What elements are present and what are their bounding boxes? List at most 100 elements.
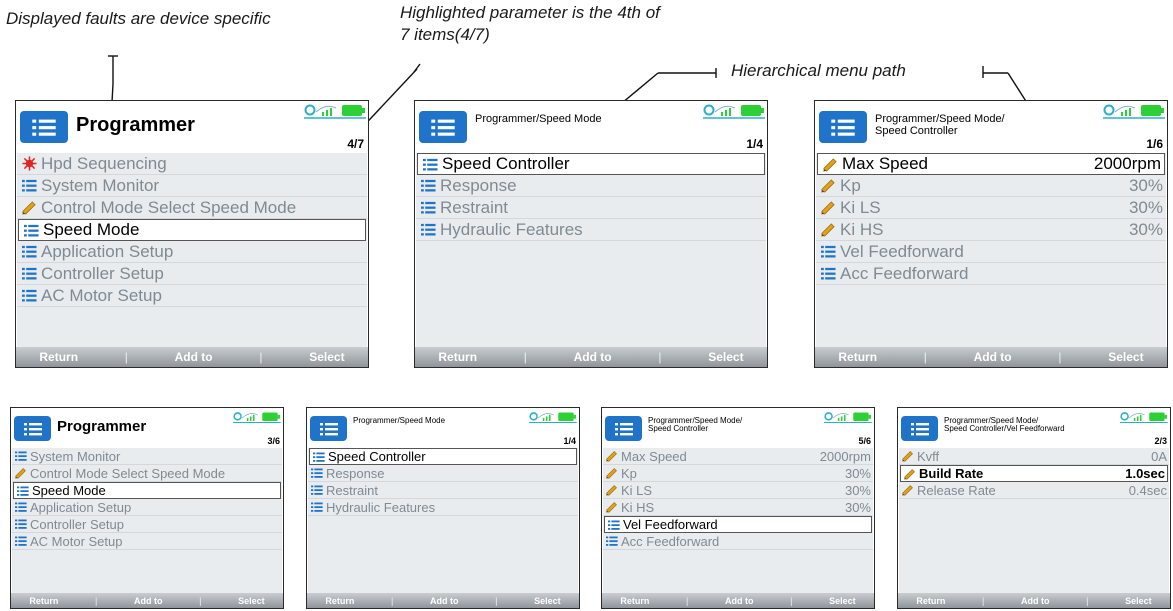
menu-item-speed-mode[interactable]: Speed Mode (13, 482, 281, 499)
menu-item-label: Vel Feedforward (840, 241, 964, 261)
menu-item-kp[interactable]: Kp 30% (816, 175, 1166, 197)
menu-item-restraint[interactable]: Restraint (416, 197, 766, 219)
return-softkey[interactable]: Return (325, 596, 354, 606)
menu-icon[interactable] (901, 416, 938, 441)
menu-icon[interactable] (819, 111, 867, 143)
menu-item-hydraulic-features[interactable]: Hydraulic Features (308, 499, 578, 516)
add-to-softkey[interactable]: Add to (430, 596, 459, 606)
return-softkey[interactable]: Return (438, 350, 477, 364)
menu-item-label: Speed Mode (32, 483, 106, 498)
menu-item-hydraulic-features[interactable]: Hydraulic Features (416, 219, 766, 241)
device-screen-7: Programmer/Speed Mode/ Speed Controller/… (897, 407, 1171, 609)
parameter-value: 30% (1128, 175, 1163, 195)
return-softkey[interactable]: Return (838, 350, 877, 364)
screen-header: Programmer/Speed Mode 1/4 (307, 408, 579, 448)
select-softkey[interactable]: Select (708, 350, 743, 364)
return-softkey[interactable]: Return (916, 596, 945, 606)
list-icon (607, 519, 621, 531)
menu-icon[interactable] (605, 416, 642, 441)
menu-item-speed-mode[interactable]: Speed Mode (18, 219, 366, 241)
parameter-value: 1.0sec (1125, 466, 1165, 481)
menu-item-build-rate[interactable]: Build Rate 1.0sec (900, 465, 1168, 482)
return-softkey[interactable]: Return (29, 596, 58, 606)
menu-item-ki-ls[interactable]: Ki LS 30% (816, 197, 1166, 219)
menu-item-label: Ki LS (840, 197, 881, 217)
menu-item-label: Max Speed (621, 448, 687, 464)
signal-battery-icon (1120, 410, 1168, 428)
menu-item-vel-feedforward[interactable]: Vel Feedforward (816, 241, 1166, 263)
pencil-icon (14, 467, 28, 479)
menu-list: Max Speed 2000rpm Kp 30% Ki LS 30% Ki HS 30%… (816, 153, 1166, 347)
menu-item-speed-controller[interactable]: Speed Controller (417, 153, 765, 175)
menu-icon[interactable] (14, 416, 51, 441)
menu-item-control-mode-select-speed-mode[interactable]: Control Mode Select Speed Mode (17, 197, 367, 219)
pencil-icon (20, 200, 38, 215)
menu-item-system-monitor[interactable]: System Monitor (12, 448, 282, 465)
softkey-bar: Return | Add to | Select (898, 593, 1170, 608)
menu-item-ac-motor-setup[interactable]: AC Motor Setup (12, 533, 282, 550)
annotation-highlighted: Highlighted parameter is the 4th of 7 it… (400, 3, 660, 44)
menu-item-ac-motor-setup[interactable]: AC Motor Setup (17, 285, 367, 307)
return-softkey[interactable]: Return (39, 350, 78, 364)
menu-item-ki-hs[interactable]: Ki HS 30% (816, 219, 1166, 241)
menu-list: System Monitor Control Mode Select Speed… (12, 448, 282, 593)
menu-icon[interactable] (419, 111, 467, 143)
item-counter: 2/3 (1154, 436, 1167, 446)
add-to-softkey[interactable]: Add to (574, 350, 612, 364)
add-to-softkey[interactable]: Add to (134, 596, 163, 606)
add-to-softkey[interactable]: Add to (1021, 596, 1050, 606)
menu-item-max-speed[interactable]: Max Speed 2000rpm (817, 153, 1165, 175)
menu-item-label: Ki HS (840, 219, 884, 239)
menu-item-vel-feedforward[interactable]: Vel Feedforward (604, 516, 872, 533)
menu-item-restraint[interactable]: Restraint (308, 482, 578, 499)
return-softkey[interactable]: Return (620, 596, 649, 606)
menu-item-control-mode-select-speed-mode[interactable]: Control Mode Select Speed Mode (12, 465, 282, 482)
menu-item-application-setup[interactable]: Application Setup (12, 499, 282, 516)
list-icon (310, 467, 324, 479)
select-softkey[interactable]: Select (534, 596, 561, 606)
menu-icon[interactable] (20, 111, 68, 143)
softkey-separator: | (390, 595, 394, 606)
menu-item-speed-controller[interactable]: Speed Controller (309, 448, 577, 465)
menu-item-max-speed[interactable]: Max Speed 2000rpm (603, 448, 873, 465)
device-screen-2: Programmer/Speed Mode 1/4 Speed Controll… (414, 100, 768, 368)
annotation-menu-path: Hierarchical menu path (731, 61, 906, 80)
parameter-value: 30% (1128, 219, 1163, 239)
menu-item-release-rate[interactable]: Release Rate 0.4sec (899, 482, 1169, 499)
fault-icon (20, 156, 38, 171)
menu-item-kp[interactable]: Kp 30% (603, 465, 873, 482)
menu-item-kvff[interactable]: Kvff 0A (899, 448, 1169, 465)
list-icon (20, 288, 38, 303)
menu-item-label: Hydraulic Features (326, 499, 436, 515)
menu-list: Kvff 0A Build Rate 1.0sec Release Rate 0.4s… (899, 448, 1169, 593)
menu-item-application-setup[interactable]: Application Setup (17, 241, 367, 263)
softkey-separator: | (94, 595, 98, 606)
menu-list: Speed Controller Response Restraint Hydr… (308, 448, 578, 593)
menu-icon[interactable] (310, 416, 347, 441)
menu-item-response[interactable]: Response (416, 175, 766, 197)
select-softkey[interactable]: Select (1125, 596, 1152, 606)
menu-item-system-monitor[interactable]: System Monitor (17, 175, 367, 197)
menu-item-ki-hs[interactable]: Ki HS 30% (603, 499, 873, 516)
menu-item-ki-ls[interactable]: Ki LS 30% (603, 482, 873, 499)
menu-item-acc-feedforward[interactable]: Acc Feedforward (816, 263, 1166, 285)
menu-item-response[interactable]: Response (308, 465, 578, 482)
add-to-softkey[interactable]: Add to (175, 350, 213, 364)
menu-item-controller-setup[interactable]: Controller Setup (12, 516, 282, 533)
menu-item-label: Vel Feedforward (623, 517, 718, 532)
add-to-softkey[interactable]: Add to (725, 596, 754, 606)
select-softkey[interactable]: Select (829, 596, 856, 606)
menu-item-controller-setup[interactable]: Controller Setup (17, 263, 367, 285)
select-softkey[interactable]: Select (238, 596, 265, 606)
menu-item-hpd-sequencing[interactable]: Hpd Sequencing (17, 153, 367, 175)
item-counter: 1/4 (563, 436, 576, 446)
select-softkey[interactable]: Select (309, 350, 344, 364)
select-softkey[interactable]: Select (1108, 350, 1143, 364)
menu-item-acc-feedforward[interactable]: Acc Feedforward (603, 533, 873, 550)
menu-item-label: Acc Feedforward (840, 263, 969, 283)
softkey-separator: | (981, 595, 985, 606)
softkey-bar: Return | Add to | Select (602, 593, 874, 608)
add-to-softkey[interactable]: Add to (974, 350, 1012, 364)
menu-path-title: Programmer (76, 114, 195, 136)
menu-path-title: Programmer (57, 418, 147, 435)
